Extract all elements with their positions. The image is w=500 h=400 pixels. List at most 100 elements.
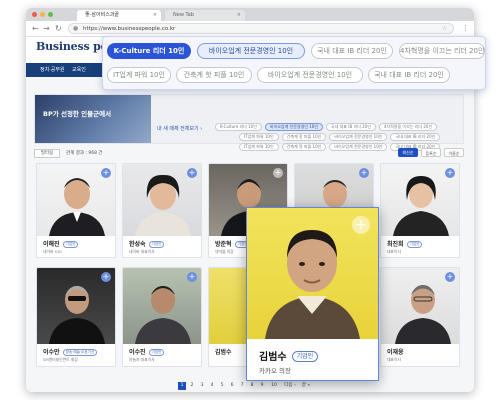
person-name: 김범수: [215, 349, 232, 356]
person-photo: +: [381, 268, 459, 344]
page-7[interactable]: 7: [238, 382, 246, 390]
add-icon[interactable]: +: [187, 168, 197, 178]
tab-business-people[interactable]: 좋-삼아비스과끝 ×: [77, 10, 161, 21]
filter-button[interactable]: 필터링: [34, 149, 60, 158]
tag-bio-ceo-2[interactable]: 바이오업계 전문경영인 10인: [257, 67, 363, 83]
person-description: 넷마블 의장: [215, 249, 234, 254]
category-badge: 기업인: [291, 351, 319, 362]
person-description: 대표이사: [387, 357, 401, 362]
tag-bio-ceo[interactable]: 바이오업계 전문경영인 10인: [197, 43, 305, 59]
category-badge: 기업인: [148, 241, 165, 248]
add-icon[interactable]: +: [445, 272, 455, 282]
tag-architecture[interactable]: 건축계 핫 피플 10인: [176, 67, 252, 83]
person-photo: +: [37, 268, 115, 344]
address-bar[interactable]: ● https://www.businesspeople.co.kr ☆: [68, 23, 454, 34]
close-tab-icon[interactable]: ×: [237, 10, 241, 21]
more-menu-icon[interactable]: ⋮: [462, 24, 469, 32]
tab-title: 좋-삼아비스과끝: [85, 12, 120, 18]
page-3[interactable]: 3: [198, 382, 206, 390]
featured-person-name: 김범수 기업인: [259, 348, 319, 363]
person-card[interactable]: + 이재웅 대표이사: [380, 267, 460, 367]
star-icon[interactable]: ☆: [442, 24, 447, 34]
nav-item-education[interactable]: 교육인: [72, 63, 86, 77]
person-card[interactable]: + 한성숙 기업인 네이버 대표이사: [122, 163, 202, 258]
minimize-window-icon[interactable]: [40, 12, 45, 17]
add-icon[interactable]: +: [273, 168, 283, 178]
next-page-button[interactable]: 다음 ›: [282, 382, 298, 390]
person-description: 네이버 GIO: [43, 249, 62, 254]
banner-title: BP가 선정한 인물군에서: [43, 110, 112, 118]
person-photo: +: [123, 164, 201, 236]
last-page-button[interactable]: 끝 »: [299, 382, 313, 390]
tab-new-tab[interactable]: New Tab ×: [165, 10, 245, 21]
page-10[interactable]: 10: [269, 382, 279, 390]
person-card[interactable]: + 이해진 기업인 네이버 GIO: [36, 163, 116, 258]
person-name: 이수만 방송·예술·오호기선: [43, 347, 98, 356]
page-4[interactable]: 4: [208, 382, 216, 390]
banner-image: BP가 선정한 인물군에서: [35, 95, 151, 143]
lock-icon: ●: [73, 25, 79, 32]
sort-name-button[interactable]: 이름순: [444, 148, 464, 157]
person-card[interactable]: + 이수진 기업인 야놀자 대표이사: [122, 267, 202, 367]
url-text: https://www.businesspeople.co.kr: [83, 26, 176, 32]
person-description: SM엔터테인먼트 회장: [43, 357, 78, 362]
add-icon[interactable]: +: [187, 272, 197, 282]
banner-chip-row-1: K-Culture 리더 10인 바이오업계 전문경영인 10인 국내 대표 IB …: [215, 113, 440, 131]
banner-chip-row-3: IT업계 파워 10인 건축계 핫 피플 10인 바이오업계 전문경영인 10인 국내…: [239, 133, 443, 151]
category-badge: 기업인: [406, 241, 423, 248]
arrow-left-icon[interactable]: ←: [32, 24, 39, 34]
maximize-window-icon[interactable]: [48, 12, 53, 17]
page-5[interactable]: 5: [218, 382, 226, 390]
banner-view-all-link[interactable]: 내 새 매체 전체보기 ›: [157, 125, 202, 132]
page-9[interactable]: 9: [258, 382, 266, 390]
nav-item-politics[interactable]: 정치·공무원: [40, 63, 65, 77]
browser-toolbar: ← → ↻ ● https://www.businesspeople.co.kr…: [26, 21, 474, 37]
category-badge: 기업인: [148, 349, 165, 356]
arrow-right-icon[interactable]: →: [43, 24, 50, 34]
person-description: 대표이사: [387, 249, 401, 254]
tag-it-power[interactable]: IT업계 파워 10인: [107, 67, 171, 83]
person-name: 이재웅: [387, 349, 404, 356]
page-6[interactable]: 6: [228, 382, 236, 390]
close-window-icon[interactable]: [32, 12, 37, 17]
featured-person-card[interactable]: + 김범수 기업인 카카오 의장: [246, 207, 379, 381]
banner-chip-row-2: IT업계 파워 10인 건축계 핫 피플 10인 바이오업계 전문경영인 10인 국내…: [239, 123, 443, 141]
person-name: 최진희 기업인: [387, 239, 423, 248]
tag-ib-leader[interactable]: 국내 대표 IB 리더 20인: [311, 43, 393, 59]
tab-strip: 좋-삼아비스과끝 × New Tab ×: [26, 8, 474, 21]
result-count: 관계 결과 : 968 건: [66, 151, 103, 156]
category-badge: 방송·예술·오호기선: [62, 349, 98, 356]
person-description: 네이버 대표이사: [129, 249, 155, 254]
person-photo: +: [37, 164, 115, 236]
sort-latest-button[interactable]: 최신순: [398, 148, 418, 157]
tag-ib-leader-2[interactable]: 국내 대표 IB 리더 20인: [368, 67, 450, 83]
person-name: 한성숙 기업인: [129, 239, 165, 248]
person-card[interactable]: + 이수만 방송·예술·오호기선 SM엔터테인먼트 회장: [36, 267, 116, 367]
category-tags-callout: K-Culture 리더 10인 바이오업계 전문경영인 10인 국내 대표 I…: [102, 36, 486, 90]
page-2[interactable]: 2: [188, 382, 196, 390]
person-photo: +: [381, 164, 459, 236]
add-icon[interactable]: +: [359, 168, 369, 178]
page-1[interactable]: 1: [178, 382, 186, 390]
tab-title: New Tab: [173, 12, 194, 18]
add-icon[interactable]: +: [445, 168, 455, 178]
page-8[interactable]: 8: [248, 382, 256, 390]
filter-bar: 필터링 관계 결과 : 968 건 최신순 등록순 이름순: [34, 148, 464, 160]
add-icon[interactable]: +: [101, 168, 111, 178]
feature-banner: BP가 선정한 인물군에서 내 새 매체 전체보기 › K-Culture 리더…: [34, 94, 464, 151]
person-photo: +: [123, 268, 201, 344]
add-icon[interactable]: +: [101, 272, 111, 282]
close-tab-icon[interactable]: ×: [153, 10, 157, 21]
reload-icon[interactable]: ↻: [55, 24, 62, 34]
featured-person-description: 카카오 의장: [259, 367, 291, 375]
add-icon[interactable]: +: [352, 216, 370, 234]
tag-4th-revolution[interactable]: 4차혁명을 이끄는 리더 20인: [399, 43, 485, 59]
person-name: 이해진 기업인: [43, 239, 79, 248]
person-description: 야놀자 대표이사: [129, 357, 155, 362]
person-name: 이수진 기업인: [129, 347, 165, 356]
person-card[interactable]: + 최진희 기업인 대표이사: [380, 163, 460, 258]
tag-k-culture[interactable]: K-Culture 리더 10인: [107, 43, 191, 59]
featured-person-photo: +: [247, 208, 378, 339]
category-badge: 기업인: [62, 241, 79, 248]
sort-registered-button[interactable]: 등록순: [421, 148, 441, 157]
